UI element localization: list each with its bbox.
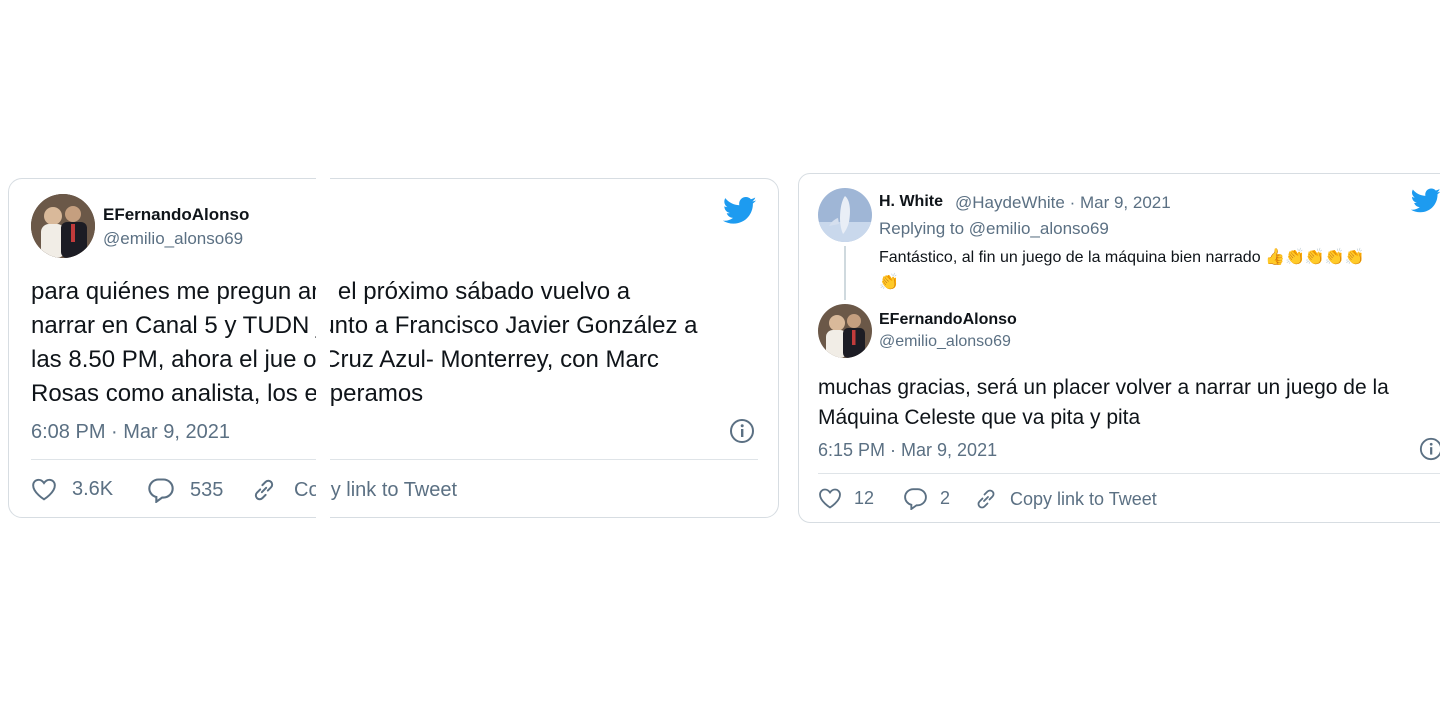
timestamp[interactable]: 6:08 PM · Mar 9, 2021 bbox=[31, 421, 230, 444]
reply-text-line: 👏 bbox=[879, 274, 899, 291]
avatar-image bbox=[818, 304, 872, 358]
replying-to[interactable]: Replying to @emilio_alonso69 bbox=[879, 219, 1109, 239]
handle[interactable]: @emilio_alonso69 bbox=[879, 333, 1011, 351]
reply-icon bbox=[904, 488, 927, 510]
display-name[interactable]: EFernandoAlonso bbox=[103, 205, 249, 225]
handle[interactable]: @emilio_alonso69 bbox=[103, 229, 243, 249]
display-name[interactable]: EFernandoAlonso bbox=[879, 311, 1017, 329]
copy-link-button[interactable]: Copy link to Tweet bbox=[251, 477, 457, 503]
heart-icon bbox=[32, 478, 56, 501]
reply-count: 535 bbox=[190, 478, 224, 501]
tweet-text-line: narrar en Canal 5 y TUDN junto a Francis… bbox=[31, 312, 698, 339]
avatar[interactable] bbox=[818, 188, 872, 242]
avatar[interactable] bbox=[818, 304, 872, 358]
avatar[interactable] bbox=[31, 194, 95, 258]
twitter-bird-icon[interactable] bbox=[1410, 188, 1440, 219]
link-icon bbox=[254, 479, 274, 501]
thread-connector-line bbox=[844, 246, 846, 300]
timestamp[interactable]: 6:15 PM · Mar 9, 2021 bbox=[818, 440, 997, 461]
response-text: muchas gracias, será un placer volver a … bbox=[818, 373, 1389, 433]
like-button[interactable]: 12 bbox=[818, 487, 874, 509]
info-icon[interactable] bbox=[1419, 437, 1440, 466]
reply-icon bbox=[148, 478, 174, 503]
reply-text: Fantástico, al fin un juego de la máquin… bbox=[879, 245, 1365, 295]
tweet-text-line: las 8.50 PM, ahora el jue o Cruz Azul- M… bbox=[31, 346, 659, 373]
copy-link-button[interactable]: Copy link to Tweet bbox=[974, 487, 1157, 511]
response-text-line: Máquina Celeste que va pita y pita bbox=[818, 406, 1141, 429]
like-count: 3.6K bbox=[72, 477, 114, 500]
link-icon bbox=[977, 489, 995, 509]
reply-button[interactable]: 535 bbox=[147, 477, 223, 503]
reply-text-line: Fantástico, al fin un juego de la máquin… bbox=[879, 249, 1365, 266]
response-text-line: muchas gracias, será un placer volver a … bbox=[818, 376, 1389, 399]
image-seam bbox=[316, 178, 330, 523]
left-tweet-card: EFernandoAlonso @emilio_alonso69 para qu… bbox=[8, 178, 779, 518]
heart-icon bbox=[819, 488, 841, 509]
display-name[interactable]: H. White bbox=[879, 193, 943, 211]
divider bbox=[818, 473, 1440, 474]
reply-button[interactable]: 2 bbox=[903, 487, 950, 510]
tweet-text-line: para quiénes me pregun an: el próximo sá… bbox=[31, 278, 631, 305]
reply-count: 2 bbox=[940, 488, 951, 508]
info-icon[interactable] bbox=[729, 418, 755, 449]
right-thread-card: H. White @HaydeWhite · Mar 9, 2021 Reply… bbox=[798, 173, 1440, 523]
divider bbox=[31, 459, 758, 460]
like-count: 12 bbox=[854, 487, 875, 508]
copy-link-label: Copy link to Tweet bbox=[1010, 488, 1157, 509]
like-button[interactable]: 3.6K bbox=[31, 477, 113, 501]
twitter-bird-icon[interactable] bbox=[722, 197, 757, 230]
avatar-image bbox=[818, 188, 872, 242]
avatar-image bbox=[31, 194, 95, 258]
tweet-text-line: Rosas como analista, los esperamos bbox=[31, 380, 424, 407]
tweet-text: para quiénes me pregun an: el próximo sá… bbox=[31, 275, 698, 411]
handle-and-date[interactable]: @HaydeWhite · Mar 9, 2021 bbox=[955, 193, 1171, 213]
